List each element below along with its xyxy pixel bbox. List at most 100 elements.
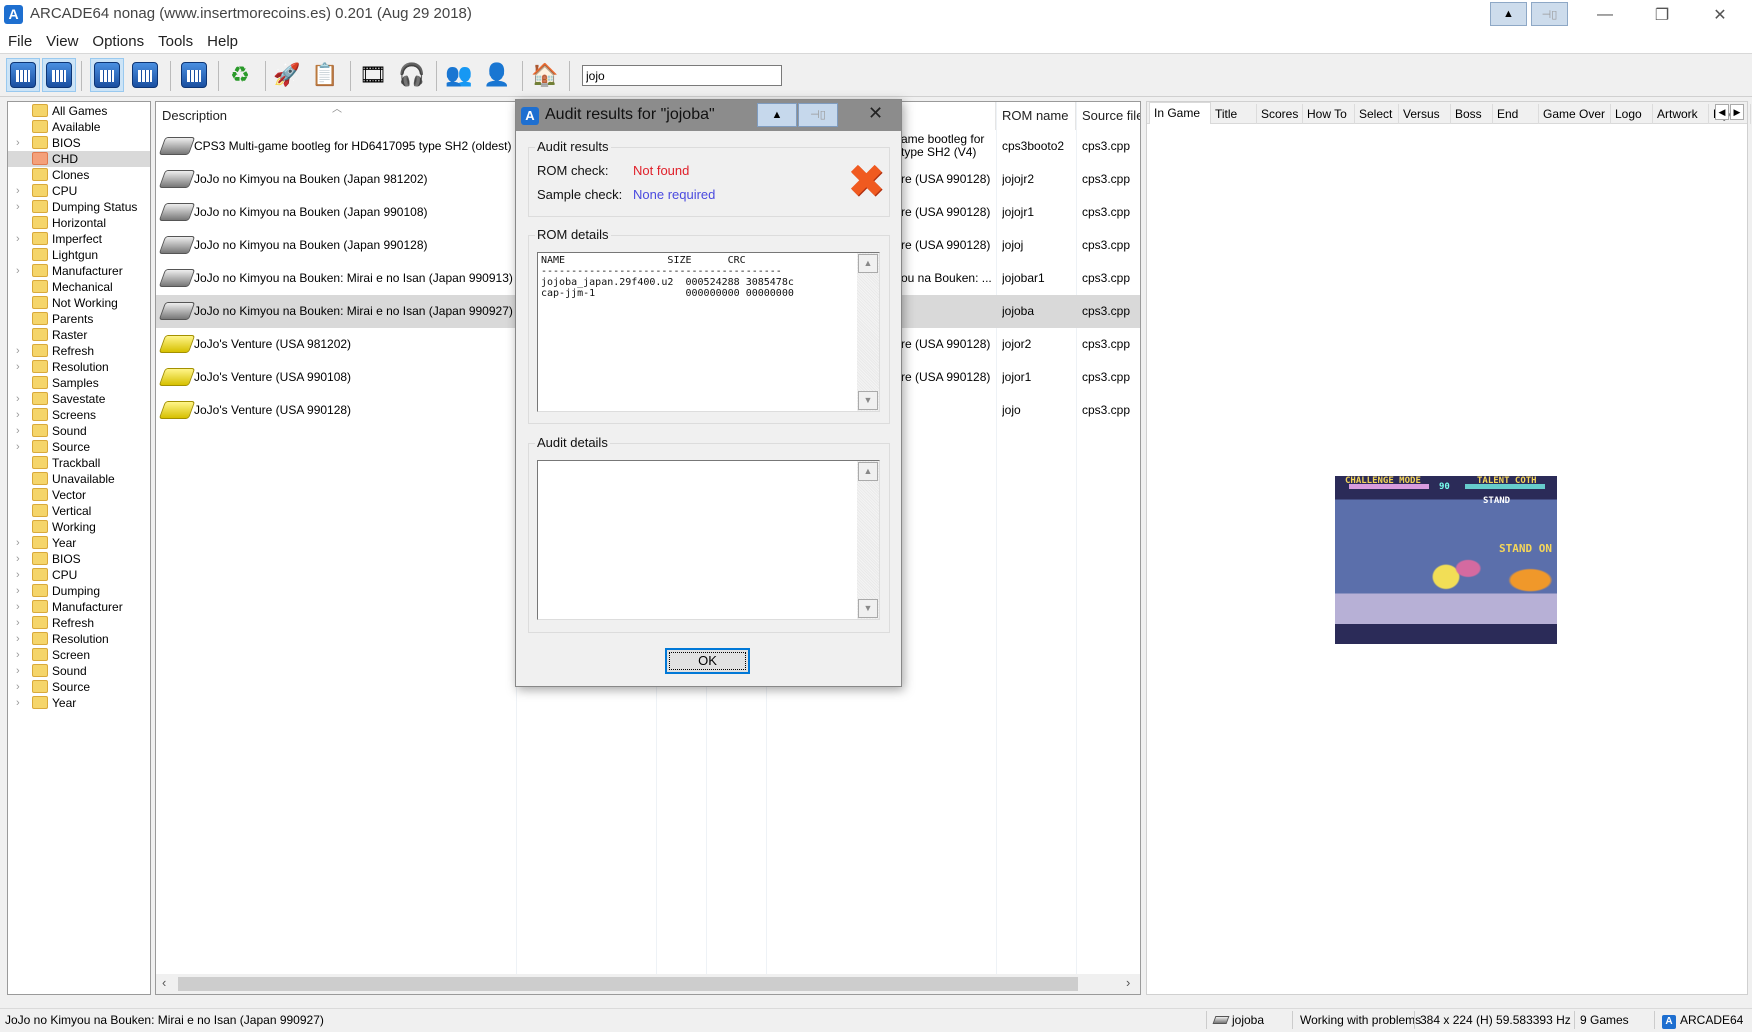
small-icons-view-button[interactable] [42,58,76,92]
expand-chevron-icon[interactable]: › [16,183,20,199]
expand-chevron-icon[interactable]: › [16,615,20,631]
tree-item[interactable]: › Screens [8,407,150,423]
minimize-button[interactable]: — [1580,0,1630,30]
expand-chevron-icon[interactable]: › [16,647,20,663]
tree-item[interactable]: › BIOS [8,551,150,567]
tab-scroll-left[interactable]: ◀ [1715,104,1729,120]
tree-item[interactable]: › Sound [8,663,150,679]
video-button[interactable]: 🎞 [356,58,390,92]
tree-item[interactable]: › Imperfect [8,231,150,247]
scroll-down-button[interactable]: ▼ [858,391,878,410]
expand-chevron-icon[interactable]: › [16,359,20,375]
close-button[interactable]: ✕ [1695,0,1745,30]
tree-item[interactable]: › Resolution [8,359,150,375]
menu-help[interactable]: Help [201,30,244,54]
scroll-left-icon[interactable]: ‹ [162,975,166,990]
tab-select[interactable]: Select [1355,104,1399,124]
expand-chevron-icon[interactable]: › [16,423,20,439]
expand-chevron-icon[interactable]: › [16,695,20,711]
search-input[interactable] [582,65,782,86]
tree-item[interactable]: Parents [8,311,150,327]
expand-chevron-icon[interactable]: › [16,567,20,583]
tree-item[interactable]: Samples [8,375,150,391]
expand-chevron-icon[interactable]: › [16,439,20,455]
column-header-source-file[interactable]: Source file [1076,102,1140,130]
rom-details-scrollbar[interactable]: ▲ ▼ [857,253,879,411]
scroll-up-button[interactable]: ▲ [858,462,878,481]
dialog-scroll-top-button[interactable]: ▲ [757,103,797,127]
rom-details-textbox[interactable]: NAME SIZE CRC --------------------------… [537,252,880,412]
list-view-button[interactable] [90,58,124,92]
ok-button[interactable]: OK [665,648,750,674]
properties-button[interactable]: 📋 [308,58,342,92]
menu-view[interactable]: View [40,30,84,54]
tab-logo[interactable]: Logo [1611,104,1653,124]
expand-chevron-icon[interactable]: › [16,679,20,695]
menu-tools[interactable]: Tools [152,30,199,54]
scroll-right-icon[interactable]: › [1126,975,1130,990]
expand-chevron-icon[interactable]: › [16,135,20,151]
expand-chevron-icon[interactable]: › [16,263,20,279]
tab-artwork[interactable]: Artwork [1653,104,1709,124]
tab-scores[interactable]: Scores [1257,104,1303,124]
tree-item[interactable]: › Dumping Status [8,199,150,215]
tree-item[interactable]: › CPU [8,567,150,583]
tree-item[interactable]: › Manufacturer [8,263,150,279]
tree-item[interactable]: › Manufacturer [8,599,150,615]
expand-chevron-icon[interactable]: › [16,199,20,215]
expand-chevron-icon[interactable]: › [16,583,20,599]
audio-button[interactable]: 🎧 [395,58,429,92]
refresh-button[interactable]: ♻ [223,58,257,92]
scrollbar-thumb[interactable] [178,977,1078,991]
tree-item[interactable]: › Year [8,535,150,551]
tree-item[interactable]: Raster [8,327,150,343]
tree-item[interactable]: All Games [8,103,150,119]
tree-item[interactable]: › Year [8,695,150,711]
menu-file[interactable]: File [2,30,38,54]
tab-title[interactable]: Title [1211,104,1257,124]
tab-scroll-right[interactable]: ▶ [1730,104,1744,120]
tree-item[interactable]: Clones [8,167,150,183]
expand-chevron-icon[interactable]: › [16,631,20,647]
column-header-rom-name[interactable]: ROM name [996,102,1076,130]
tree-item[interactable]: › Sound [8,423,150,439]
tree-item[interactable]: › Screen [8,647,150,663]
dialog-close-button[interactable]: ✕ [868,103,883,124]
expand-chevron-icon[interactable]: › [16,231,20,247]
tree-item[interactable]: Working [8,519,150,535]
grouped-view-button[interactable] [177,58,211,92]
expand-chevron-icon[interactable]: › [16,599,20,615]
tree-item[interactable]: Vector [8,487,150,503]
tree-item[interactable]: Available [8,119,150,135]
tree-item[interactable]: Vertical [8,503,150,519]
maximize-button[interactable]: ❐ [1637,0,1687,30]
tree-item[interactable]: Trackball [8,455,150,471]
tree-item[interactable]: Horizontal [8,215,150,231]
tree-item[interactable]: › Dumping [8,583,150,599]
scroll-up-button[interactable]: ▲ [858,254,878,273]
expand-chevron-icon[interactable]: › [16,663,20,679]
tree-item[interactable]: › BIOS [8,135,150,151]
tab-boss[interactable]: Boss [1451,104,1493,124]
tree-item[interactable]: Mechanical [8,279,150,295]
tab-game-over[interactable]: Game Over [1539,104,1611,124]
tree-item[interactable]: › Source [8,439,150,455]
tab-how-to[interactable]: How To [1303,104,1355,124]
expand-chevron-icon[interactable]: › [16,407,20,423]
expand-chevron-icon[interactable]: › [16,535,20,551]
play-button[interactable]: 🚀 [270,58,304,92]
tree-item[interactable]: › Refresh [8,343,150,359]
dialog-pin-button[interactable]: ⊣▯ [798,103,838,127]
expand-chevron-icon[interactable]: › [16,551,20,567]
dialog-title-bar[interactable]: A Audit results for "jojoba" ▲ ⊣▯ ✕ [516,100,901,131]
tree-item[interactable]: Unavailable [8,471,150,487]
community-button[interactable]: 👥 [442,58,476,92]
horizontal-scrollbar[interactable]: ‹ › [156,974,1140,994]
tree-item[interactable]: Not Working [8,295,150,311]
expand-chevron-icon[interactable]: › [16,343,20,359]
audit-details-textbox[interactable]: ▲ ▼ [537,460,880,620]
tree-item[interactable]: › CPU [8,183,150,199]
tree-item[interactable]: CHD [8,151,150,167]
large-icons-view-button[interactable] [6,58,40,92]
tab-in-game[interactable]: In Game [1149,102,1211,124]
